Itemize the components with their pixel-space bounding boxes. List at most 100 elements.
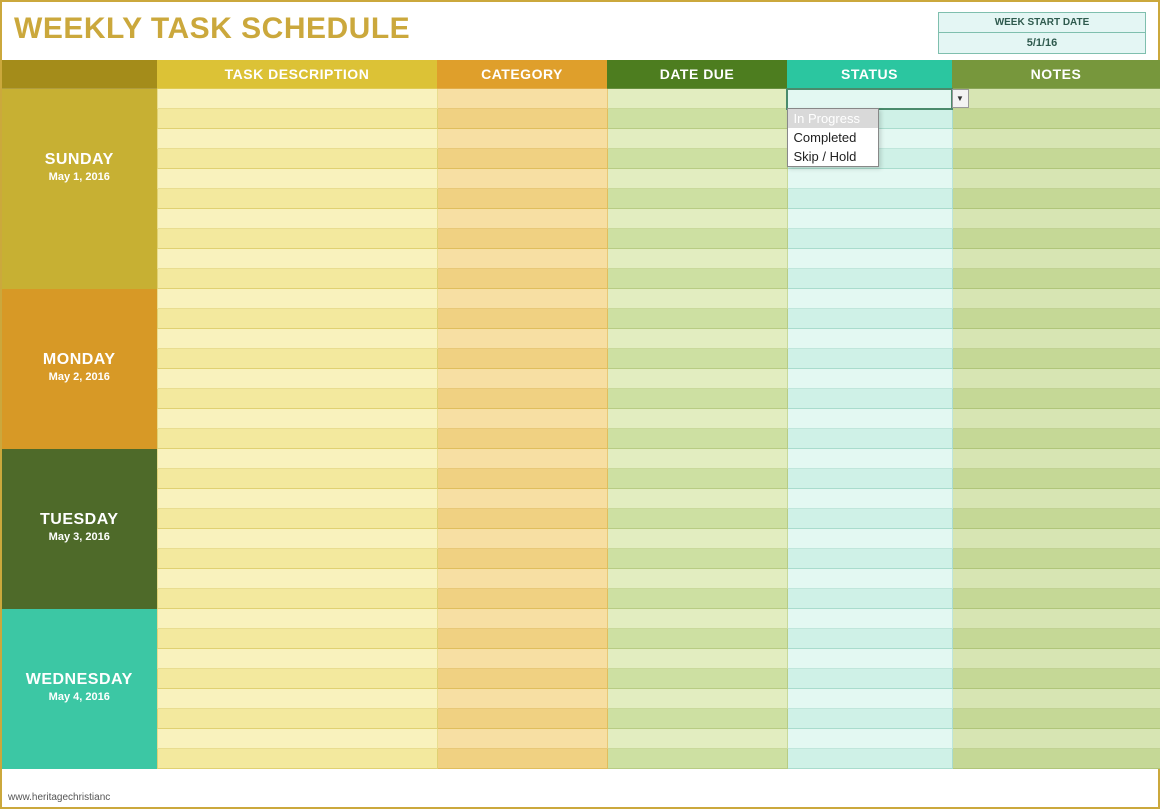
due-cell[interactable]	[607, 89, 787, 109]
task-cell[interactable]	[157, 249, 437, 269]
task-cell[interactable]	[157, 349, 437, 369]
status-cell[interactable]	[787, 449, 952, 469]
category-cell[interactable]	[437, 729, 607, 749]
notes-cell[interactable]	[952, 729, 1160, 749]
notes-cell[interactable]	[952, 149, 1160, 169]
category-cell[interactable]	[437, 469, 607, 489]
week-start-date-value[interactable]: 5/1/16	[939, 33, 1145, 53]
due-cell[interactable]	[607, 729, 787, 749]
notes-cell[interactable]	[952, 709, 1160, 729]
status-cell[interactable]	[787, 409, 952, 429]
task-cell[interactable]	[157, 729, 437, 749]
status-cell[interactable]	[787, 269, 952, 289]
status-cell[interactable]	[787, 589, 952, 609]
notes-cell[interactable]	[952, 649, 1160, 669]
category-cell[interactable]	[437, 389, 607, 409]
status-cell[interactable]	[787, 749, 952, 769]
notes-cell[interactable]	[952, 629, 1160, 649]
status-cell[interactable]	[787, 629, 952, 649]
status-cell[interactable]	[787, 649, 952, 669]
category-cell[interactable]	[437, 669, 607, 689]
status-cell[interactable]	[787, 349, 952, 369]
task-cell[interactable]	[157, 669, 437, 689]
notes-cell[interactable]	[952, 189, 1160, 209]
status-cell[interactable]	[787, 489, 952, 509]
category-cell[interactable]	[437, 309, 607, 329]
task-cell[interactable]	[157, 289, 437, 309]
category-cell[interactable]	[437, 89, 607, 109]
task-cell[interactable]	[157, 509, 437, 529]
due-cell[interactable]	[607, 389, 787, 409]
due-cell[interactable]	[607, 169, 787, 189]
status-option[interactable]: Skip / Hold	[788, 147, 878, 166]
due-cell[interactable]	[607, 269, 787, 289]
category-cell[interactable]	[437, 589, 607, 609]
status-cell[interactable]	[787, 729, 952, 749]
due-cell[interactable]	[607, 349, 787, 369]
due-cell[interactable]	[607, 149, 787, 169]
category-cell[interactable]	[437, 229, 607, 249]
task-cell[interactable]	[157, 449, 437, 469]
due-cell[interactable]	[607, 669, 787, 689]
status-cell[interactable]	[787, 509, 952, 529]
category-cell[interactable]	[437, 449, 607, 469]
status-cell[interactable]	[787, 669, 952, 689]
due-cell[interactable]	[607, 329, 787, 349]
due-cell[interactable]	[607, 629, 787, 649]
status-cell[interactable]	[787, 369, 952, 389]
notes-cell[interactable]	[952, 89, 1160, 109]
task-cell[interactable]	[157, 689, 437, 709]
due-cell[interactable]	[607, 109, 787, 129]
notes-cell[interactable]	[952, 569, 1160, 589]
task-cell[interactable]	[157, 89, 437, 109]
task-cell[interactable]	[157, 189, 437, 209]
notes-cell[interactable]	[952, 429, 1160, 449]
status-option[interactable]: In Progress	[788, 109, 878, 128]
due-cell[interactable]	[607, 689, 787, 709]
due-cell[interactable]	[607, 549, 787, 569]
due-cell[interactable]	[607, 429, 787, 449]
task-cell[interactable]	[157, 469, 437, 489]
notes-cell[interactable]	[952, 109, 1160, 129]
status-cell[interactable]	[787, 429, 952, 449]
category-cell[interactable]	[437, 189, 607, 209]
notes-cell[interactable]	[952, 249, 1160, 269]
category-cell[interactable]	[437, 209, 607, 229]
task-cell[interactable]	[157, 129, 437, 149]
notes-cell[interactable]	[952, 209, 1160, 229]
notes-cell[interactable]	[952, 549, 1160, 569]
notes-cell[interactable]	[952, 349, 1160, 369]
due-cell[interactable]	[607, 709, 787, 729]
notes-cell[interactable]	[952, 609, 1160, 629]
task-cell[interactable]	[157, 109, 437, 129]
task-cell[interactable]	[157, 749, 437, 769]
status-cell[interactable]	[787, 609, 952, 629]
category-cell[interactable]	[437, 529, 607, 549]
task-cell[interactable]	[157, 549, 437, 569]
notes-cell[interactable]	[952, 289, 1160, 309]
task-cell[interactable]	[157, 649, 437, 669]
status-option[interactable]: Completed	[788, 128, 878, 147]
due-cell[interactable]	[607, 409, 787, 429]
notes-cell[interactable]	[952, 369, 1160, 389]
notes-cell[interactable]	[952, 169, 1160, 189]
status-cell[interactable]	[787, 389, 952, 409]
notes-cell[interactable]	[952, 409, 1160, 429]
due-cell[interactable]	[607, 449, 787, 469]
category-cell[interactable]	[437, 149, 607, 169]
due-cell[interactable]	[607, 209, 787, 229]
status-cell[interactable]	[787, 229, 952, 249]
category-cell[interactable]	[437, 569, 607, 589]
due-cell[interactable]	[607, 489, 787, 509]
task-cell[interactable]	[157, 609, 437, 629]
category-cell[interactable]	[437, 369, 607, 389]
category-cell[interactable]	[437, 249, 607, 269]
due-cell[interactable]	[607, 289, 787, 309]
category-cell[interactable]	[437, 169, 607, 189]
task-cell[interactable]	[157, 149, 437, 169]
task-cell[interactable]	[157, 209, 437, 229]
task-cell[interactable]	[157, 169, 437, 189]
notes-cell[interactable]	[952, 689, 1160, 709]
due-cell[interactable]	[607, 569, 787, 589]
status-cell[interactable]	[787, 289, 952, 309]
